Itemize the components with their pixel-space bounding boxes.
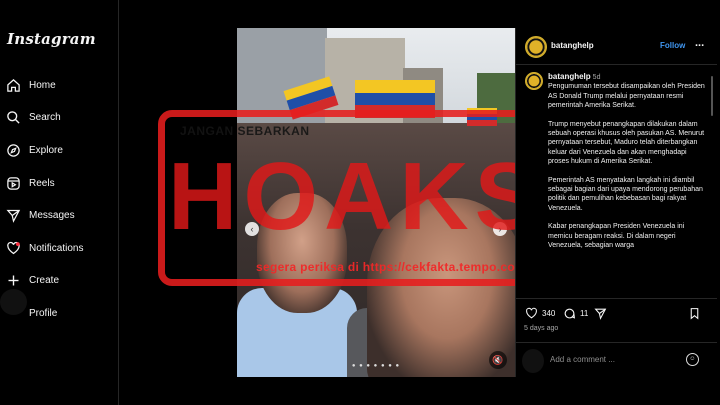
nav-profile[interactable]: Profile [29,303,57,323]
hoax-stamp: HOAKS JANGAN SEBARKAN segera periksa di … [158,110,558,290]
post-panel: batanghelp Follow ... batanghelp 5d Pengu… [515,28,717,377]
nav-notifications[interactable]: Notifications [6,238,83,258]
caption-scrollbar[interactable] [711,76,713,116]
compass-icon [7,143,20,157]
nav-label-search: Search [29,111,61,123]
like-count: 340 [542,309,556,318]
commenter-avatar [522,349,544,373]
reels-icon [7,176,20,190]
caption-paragraph: Pemerintah AS menyatakan langkah ini dia… [548,176,703,212]
share-button[interactable] [594,307,611,320]
heart-icon [526,307,537,319]
post-timestamp: 5 days ago [524,325,559,332]
plus-icon [8,275,19,285]
nav-label-create: Create [29,274,60,286]
home-icon [7,78,20,92]
search-icon [7,110,20,124]
nav-messages[interactable]: Messages [6,205,75,225]
more-options-icon[interactable]: ... [695,37,704,49]
nav-label-notifications: Notifications [29,242,84,254]
follow-button[interactable]: Follow [660,41,685,50]
carousel-dots: ● ● ● ● ● ● ● [351,363,401,369]
bookmark-icon [690,308,699,320]
caption-paragraph: Kabar penangkapan Presiden Venezuela ini… [548,223,685,250]
stamp-bottom-text: segera periksa di https://cekfakta.tempo… [256,260,515,274]
nav-reels[interactable]: Reels [6,173,55,193]
post-caption: batanghelp 5d Pengumuman tersebut disampa… [548,72,706,260]
send-icon [6,209,21,223]
save-button[interactable] [688,307,705,320]
caption-paragraph: Pengumuman tersebut disampaikan oleh Pre… [548,83,705,110]
post-header: batanghelp Follow ... [516,28,717,65]
sidebar: Instagram Home Search Explore Reels Mess… [0,0,119,405]
comment-button[interactable]: 11 [563,307,588,320]
nav-label-home: Home [29,79,56,91]
profile-avatar[interactable] [0,289,27,341]
nav-home[interactable]: Home [6,75,56,95]
emoji-icon[interactable]: ☺ [686,353,699,366]
comment-count: 11 [580,309,589,318]
user-avatar[interactable] [525,36,547,58]
nav-label-messages: Messages [29,209,75,221]
nav-label-profile: Profile [29,307,58,319]
nav-search[interactable]: Search [6,107,61,127]
stamp-top-text: JANGAN SEBARKAN [180,124,310,138]
caption-paragraph: Trump menyebut penangkapan dilakukan dal… [548,120,705,166]
nav-label-reels: Reels [29,177,55,189]
nav-create[interactable]: Create [6,270,59,290]
comment-icon [564,308,576,319]
caption-avatar[interactable] [525,72,543,90]
header-username[interactable]: batanghelp [551,41,594,50]
heart-icon [7,241,20,254]
nav-label-explore: Explore [29,144,63,156]
comment-input[interactable]: Add a comment ... [550,355,615,364]
comment-composer: Add a comment ... ☺ [516,342,717,378]
caption-time: 5d [592,74,601,81]
nav-explore[interactable]: Explore [6,140,63,160]
caption-username[interactable]: batanghelp [548,72,591,81]
like-button[interactable]: 340 [525,307,555,320]
stamp-word: HOAKS [168,143,545,250]
instagram-logo[interactable]: Instagram [7,30,96,48]
mute-icon[interactable]: 🔇 [489,351,507,369]
send-icon [594,308,607,320]
